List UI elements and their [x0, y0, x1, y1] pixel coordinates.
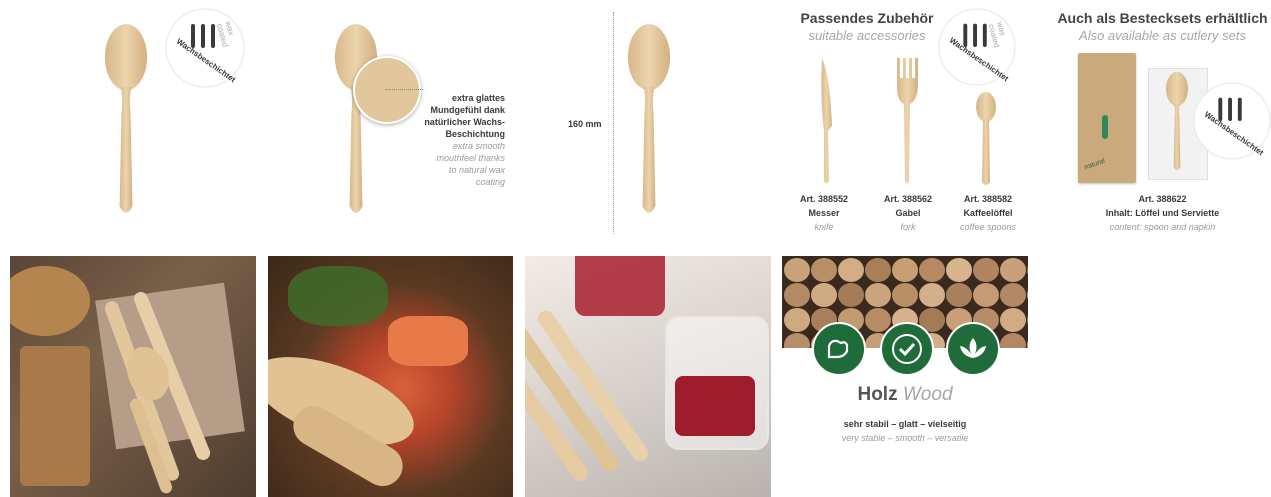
article-number: Art. 388582 — [963, 194, 1013, 204]
panel-cutlery-sets: Auch als Bestecksets erhältlich Also ava… — [1050, 8, 1271, 238]
coffee-spoon-image — [976, 92, 996, 185]
callout-line-de: extra glattes — [451, 93, 505, 103]
panel-wood: Holz Wood sehr stabil – glatt – vielseit… — [782, 256, 1028, 497]
sets-subtitle: Also available as cutlery sets — [1079, 28, 1246, 43]
wooden-spoon-image — [626, 11, 672, 236]
item-name: Gabel — [895, 208, 921, 218]
knife-image — [821, 58, 832, 184]
item-name-en: knife — [814, 222, 834, 232]
dimension-label: 160 mm — [568, 119, 602, 129]
wood-title-en: Wood — [902, 384, 953, 405]
check-icon — [880, 322, 934, 376]
wood-title: Holz Wood — [782, 384, 1028, 406]
panel-accessories: Passendes Zubehör suitable accessories W… — [782, 8, 1027, 238]
leaf-icon — [946, 322, 1000, 376]
callout-line — [385, 89, 423, 90]
item-name-en: fork — [900, 222, 916, 232]
sets-title: Auch als Bestecksets erhältlich — [1057, 10, 1268, 26]
wood-description-en: very stable – smooth – versatile — [841, 433, 969, 443]
accessory-item: Art. 388582 Kaffeelöffel coffee spoons — [948, 193, 1028, 233]
callout-line-de: Beschichtung — [445, 129, 505, 139]
callout-line-de: natürlicher Wachs- — [424, 117, 505, 127]
wooden-spoon-image — [333, 11, 379, 236]
accessories-title: Passendes Zubehör — [800, 10, 934, 26]
item-name: Messer — [808, 208, 840, 218]
callout-line-en: extra smooth — [452, 141, 505, 151]
panel-spoon-detail: extra glattes Mundgefühl dank natürliche… — [325, 8, 515, 238]
fork-image — [897, 58, 918, 184]
wooden-spoon-image — [103, 11, 149, 236]
article-number: Art. 388622 — [1138, 194, 1187, 204]
accessory-item: Art. 388552 Messer knife — [784, 193, 864, 233]
strength-icon — [812, 322, 866, 376]
article-number: Art. 388562 — [883, 194, 933, 204]
accessory-item: Art. 388562 Gabel fork — [868, 193, 948, 233]
photo-cutlery-table — [10, 256, 256, 497]
photo-poke-bowl — [268, 256, 513, 497]
pack-label: natural — [1083, 157, 1106, 172]
wax-coated-badge: Wachsbeschichtet — [1193, 82, 1271, 160]
callout-line-en: coating — [475, 177, 505, 187]
sets-content: Inhalt: Löffel und Serviette — [1105, 208, 1220, 218]
paper-pack-image: natural — [1078, 53, 1136, 183]
panel-spoon-main: Wachsbeschichtet wax coated — [95, 8, 255, 238]
panel-spoon-dimension: 160 mm — [560, 8, 680, 238]
wood-description: sehr stabil – glatt – vielseitig — [843, 419, 967, 429]
wax-coated-badge: Wachsbeschichtet wax coated — [938, 8, 1016, 86]
photo-dessert-jars — [525, 256, 771, 497]
callout-line-en: mouthfeel thanks — [436, 153, 505, 163]
wooden-spoon-image — [1165, 66, 1189, 181]
sets-content-en: content: spoon and napkin — [1109, 222, 1216, 232]
callout-line-en: to natural wax — [448, 165, 505, 175]
wax-coated-badge: Wachsbeschichtet wax coated — [165, 8, 245, 88]
item-name-en: coffee spoons — [959, 222, 1017, 232]
item-name: Kaffeelöffel — [963, 208, 1013, 218]
article-number: Art. 388552 — [799, 194, 849, 204]
wood-title-de: Holz — [857, 384, 898, 405]
accessories-subtitle: suitable accessories — [808, 28, 926, 43]
callout-text: extra glattes Mundgefühl dank natürliche… — [407, 92, 505, 188]
sets-info: Art. 388622 Inhalt: Löffel und Serviette… — [1050, 193, 1271, 233]
dimension-line — [613, 12, 614, 234]
callout-line-de: Mundgefühl dank — [430, 105, 506, 115]
